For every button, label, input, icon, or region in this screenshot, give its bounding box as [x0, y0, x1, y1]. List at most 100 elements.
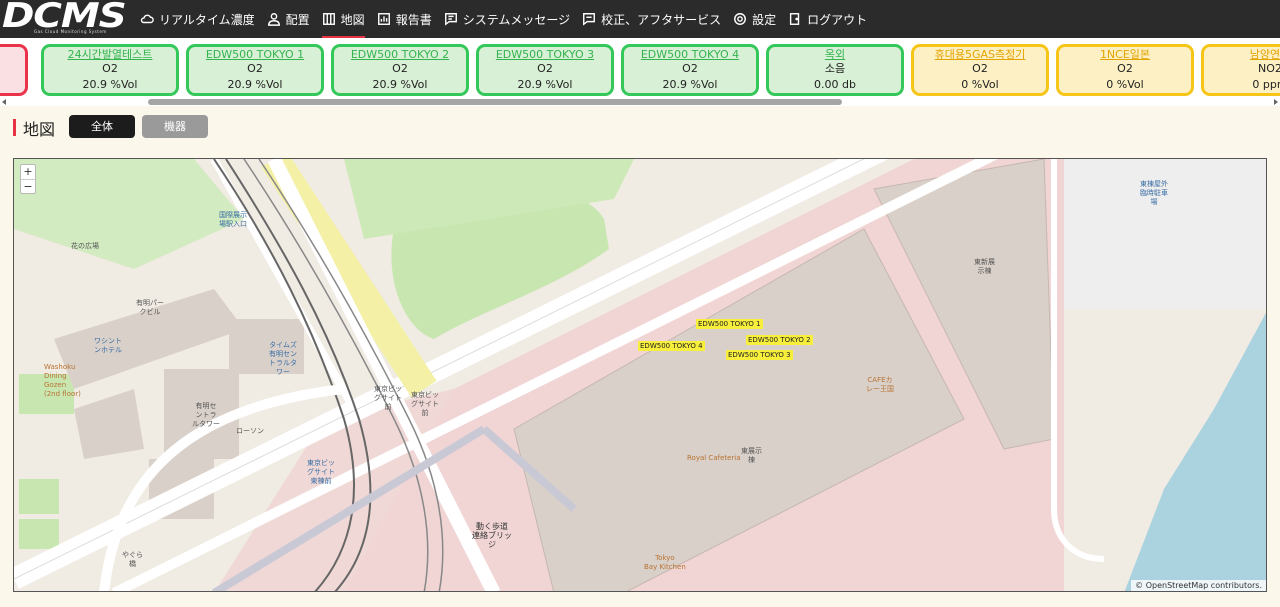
- page-title: 地図: [23, 120, 56, 139]
- sensor-value: 20.9 %Vol: [227, 78, 283, 91]
- sensor-gas: 소음: [824, 62, 846, 75]
- zoom-in-button[interactable]: +: [21, 165, 35, 179]
- message-icon: [444, 13, 457, 26]
- top-navbar: DCMS Gas Cloud Monitoring System リアルタイム濃…: [0, 0, 1280, 38]
- map-marker-tokyo-3[interactable]: EDW500 TOKYO 3: [726, 350, 793, 360]
- map-attribution[interactable]: © OpenStreetMap contributors.: [1131, 580, 1266, 591]
- sensor-gas: O2: [392, 62, 408, 75]
- map-label: ワシント ンホテル: [94, 337, 122, 354]
- map-label: タイムズ 有明セン トラルタ ワー: [269, 341, 297, 376]
- sensor-card[interactable]: 옥외 소음 0.00 db: [766, 44, 904, 96]
- sensor-card[interactable]: 1NCE일본 O2 0 %Vol: [1056, 44, 1194, 96]
- sensor-gas: O2: [1117, 62, 1133, 75]
- map-label: Tokyo Bay Kitchen: [644, 554, 686, 571]
- sensor-card[interactable]: EDW500 TOKYO 4 O2 20.9 %Vol: [621, 44, 759, 96]
- map-label: 東棟屋外 臨時駐車 場: [1140, 180, 1168, 206]
- nav-logout-label: ログアウト: [807, 12, 868, 27]
- sensor-title: EDW500 TOKYO 3: [495, 48, 595, 61]
- sensor-title: 옥외: [824, 48, 846, 61]
- horizontal-scrollbar[interactable]: [0, 98, 1280, 106]
- sensor-title: EDW500 TOKYO 1: [205, 48, 305, 61]
- nav-report[interactable]: 報告書: [377, 0, 432, 38]
- sensor-value: 0 ppm: [1252, 78, 1280, 91]
- sensor-title: EDW500 TOKYO 4: [640, 48, 740, 61]
- sensor-card[interactable]: 남양연구 NO2 0 ppm: [1201, 44, 1280, 96]
- map-label: やぐら 橋: [122, 551, 143, 568]
- logout-icon: [790, 13, 800, 25]
- nav-calibration[interactable]: 校正、アフタサービス: [582, 0, 721, 38]
- sensor-title: 남양연구: [1249, 48, 1280, 61]
- nav-logout[interactable]: ログアウト: [788, 0, 867, 38]
- map-icon: [322, 13, 335, 25]
- nav-calibration-label: 校正、アフタサービス: [601, 12, 722, 27]
- scroll-right-arrow-icon[interactable]: [1274, 99, 1278, 105]
- nav-system-message[interactable]: システムメッセージ: [444, 0, 570, 38]
- map-label: CAFEカ レー王国: [866, 376, 894, 393]
- map-label: 有明セ ントラ ルタワー: [192, 402, 220, 428]
- map-view[interactable]: + − EDW500 TOKYO 1 EDW500 TOKYO 2 EDW500…: [13, 158, 1267, 592]
- sensor-card[interactable]: 휴대용5GAS측정기 O2 0 %Vol: [911, 44, 1049, 96]
- sensor-card-strip: 24시간발열테스트 O2 20.9 %Vol EDW500 TOKYO 1 O2…: [0, 38, 1280, 100]
- sensor-card[interactable]: EDW500 TOKYO 2 O2 20.9 %Vol: [331, 44, 469, 96]
- sensor-value: 20.9 %Vol: [82, 78, 138, 91]
- map-section-header: 地図 全体 機器: [0, 110, 1280, 146]
- map-label: 東京ビッ グサイト 前: [374, 385, 402, 411]
- map-label: 国際展示 場駅入口: [219, 211, 247, 228]
- nav-realtime[interactable]: リアルタイム濃度: [140, 0, 255, 38]
- filter-all-button[interactable]: 全体: [69, 115, 135, 138]
- map-label: 東京ビッ グサイト 前: [411, 391, 439, 417]
- sensor-gas: O2: [537, 62, 553, 75]
- sensor-card[interactable]: 24시간발열테스트 O2 20.9 %Vol: [41, 44, 179, 96]
- service-icon: [583, 13, 596, 26]
- nav-map[interactable]: 地図: [321, 0, 365, 38]
- nav-layout-label: 配置: [285, 12, 310, 27]
- map-marker-tokyo-1[interactable]: EDW500 TOKYO 1: [696, 319, 763, 329]
- sensor-value: 0 %Vol: [961, 78, 999, 91]
- map-label: Royal Cafeteria: [687, 454, 741, 462]
- scroll-left-arrow-icon[interactable]: [2, 99, 6, 105]
- scroll-thumb[interactable]: [148, 99, 842, 105]
- main-nav: リアルタイム濃度 配置 地図 報告書 システムメッセージ 校正、アフタサービス …: [140, 0, 879, 38]
- map-label: 東京ビッ グサイト 東棟前: [307, 459, 335, 485]
- sensor-card[interactable]: [0, 44, 28, 96]
- sensor-gas: O2: [102, 62, 118, 75]
- nav-report-label: 報告書: [395, 12, 432, 27]
- sensor-title: 1NCE일본: [1099, 48, 1151, 61]
- logo-text: DCMS: [2, 0, 127, 36]
- map-label: 花の広場: [71, 242, 99, 250]
- nav-settings[interactable]: 設定: [733, 0, 776, 38]
- sensor-card[interactable]: EDW500 TOKYO 1 O2 20.9 %Vol: [186, 44, 324, 96]
- sensor-value: 20.9 %Vol: [517, 78, 573, 91]
- sensor-title: 휴대용5GAS측정기: [934, 48, 1026, 61]
- sensor-title: 24시간발열테스트: [67, 48, 153, 61]
- sensor-gas: O2: [247, 62, 263, 75]
- sensor-gas: O2: [972, 62, 988, 75]
- map-label: 東展示 棟: [741, 447, 762, 464]
- sensor-gas: NO2: [1258, 62, 1280, 75]
- map-label: 動く歩道 連絡ブリッ ジ: [472, 522, 512, 549]
- zoom-out-button[interactable]: −: [21, 179, 35, 193]
- sensor-gas: O2: [682, 62, 698, 75]
- sensor-card[interactable]: EDW500 TOKYO 3 O2 20.9 %Vol: [476, 44, 614, 96]
- report-icon: [377, 13, 390, 25]
- nav-settings-label: 設定: [752, 12, 777, 27]
- nav-realtime-label: リアルタイム濃度: [159, 12, 255, 27]
- sensor-value: 0 %Vol: [1106, 78, 1144, 91]
- app-logo[interactable]: DCMS Gas Cloud Monitoring System: [2, 0, 128, 37]
- sensor-value: 20.9 %Vol: [662, 78, 718, 91]
- cloud-icon: [140, 14, 154, 24]
- map-marker-tokyo-4[interactable]: EDW500 TOKYO 4: [638, 341, 705, 351]
- map-marker-tokyo-2[interactable]: EDW500 TOKYO 2: [746, 335, 813, 345]
- zoom-control: + −: [20, 164, 36, 194]
- filter-device-button[interactable]: 機器: [142, 115, 208, 138]
- nav-layout[interactable]: 配置: [267, 0, 310, 38]
- map-label: ローソン: [236, 427, 264, 435]
- nav-map-label: 地図: [340, 12, 365, 27]
- map-label: 有明パー クビル: [136, 299, 164, 316]
- title-accent-bar: [13, 119, 16, 136]
- sensor-title: EDW500 TOKYO 2: [350, 48, 450, 61]
- sensor-value: 20.9 %Vol: [372, 78, 428, 91]
- gear-icon: [734, 13, 747, 25]
- map-label: 東新展 示棟: [974, 258, 995, 275]
- map-label: Washoku Dining Gozen (2nd floor): [44, 363, 81, 398]
